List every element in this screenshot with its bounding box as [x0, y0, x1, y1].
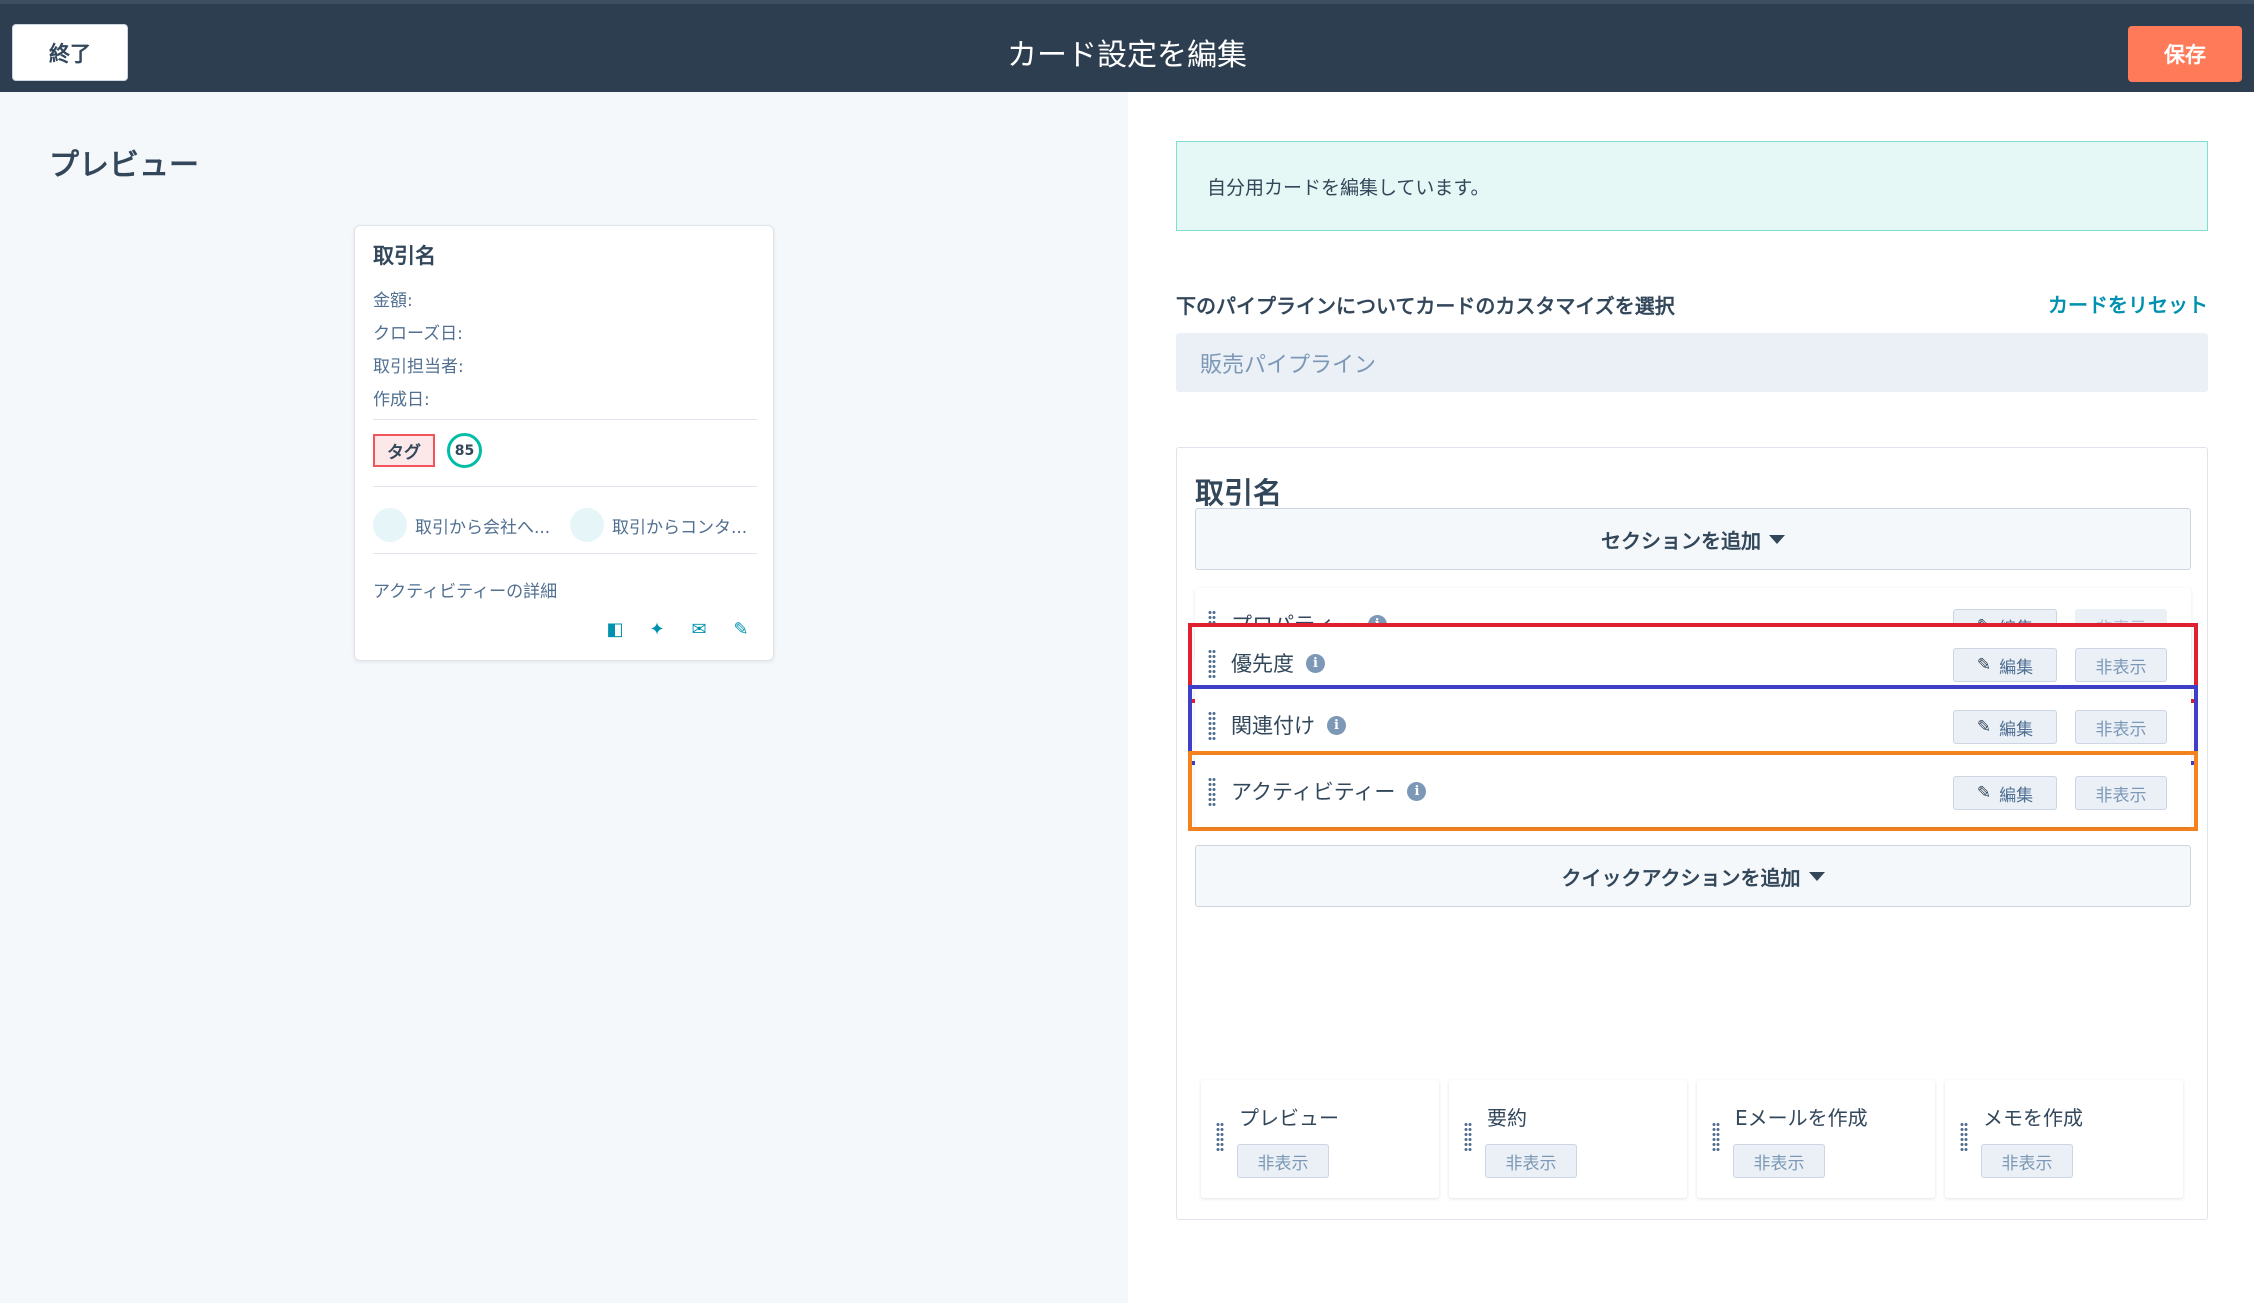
- divider: [373, 486, 757, 487]
- hide-button[interactable]: 非表示: [2075, 776, 2167, 810]
- pencil-icon: ✎: [1976, 717, 1992, 737]
- association-label: 取引からコンタ...: [612, 517, 748, 538]
- preview-pane: プレビュー 取引名 金額: クローズ日: 取引担当者: 作成日: タグ 85 取…: [0, 92, 1128, 1303]
- preview-card-name: 取引名: [373, 244, 436, 268]
- edit-button[interactable]: ✎編集: [1953, 648, 2057, 682]
- preview-property: 取引担当者:: [373, 357, 464, 377]
- drag-handle-icon[interactable]: [1712, 1122, 1720, 1152]
- score-badge: 85: [447, 433, 482, 468]
- preview-property: 作成日:: [373, 390, 430, 410]
- association-company: 取引から会社へ...: [373, 508, 550, 542]
- edit-button[interactable]: ✎編集: [1953, 710, 2057, 744]
- drag-handle-icon[interactable]: [1464, 1122, 1472, 1152]
- drag-handle-icon[interactable]: [1960, 1122, 1968, 1152]
- hide-button[interactable]: 非表示: [1485, 1144, 1577, 1178]
- drag-handle-icon[interactable]: [1208, 711, 1216, 741]
- add-section-button[interactable]: セクションを追加: [1195, 508, 2191, 570]
- panel-icon[interactable]: ◧: [604, 618, 626, 640]
- pencil-icon: ✎: [1976, 783, 1992, 803]
- association-avatar: [373, 508, 407, 542]
- quick-action-email[interactable]: Eメールを作成 非表示: [1697, 1080, 1935, 1198]
- hide-button[interactable]: 非表示: [1733, 1144, 1825, 1178]
- hide-button[interactable]: 非表示: [2075, 648, 2167, 682]
- quick-action-preview[interactable]: プレビュー 非表示: [1201, 1080, 1439, 1198]
- quick-action-icons: ◧ ✦ ✉ ✎: [604, 618, 764, 642]
- divider: [373, 553, 757, 554]
- quick-action-label: 要約: [1487, 1106, 1527, 1130]
- pipeline-label: 下のパイプラインについてカードのカスタマイズを選択: [1176, 294, 1675, 318]
- association-contact: 取引からコンタ...: [570, 508, 747, 542]
- preview-property: クローズ日:: [373, 324, 463, 344]
- activity-details-label: アクティビティーの詳細: [373, 582, 558, 602]
- info-message: 自分用カードを編集しています。: [1176, 141, 2208, 231]
- quick-action-label: メモを作成: [1983, 1106, 2083, 1130]
- sparkle-icon[interactable]: ✦: [646, 618, 668, 640]
- association-label: 取引から会社へ...: [415, 517, 551, 538]
- editor-title: 取引名: [1195, 476, 1283, 510]
- caret-down-icon: [1769, 534, 1785, 544]
- note-icon[interactable]: ✎: [730, 618, 752, 640]
- add-section-label: セクションを追加: [1601, 528, 1761, 553]
- settings-pane: 自分用カードを編集しています。 下のパイプラインについてカードのカスタマイズを選…: [1128, 92, 2254, 1303]
- divider: [373, 419, 757, 420]
- quick-action-summary[interactable]: 要約 非表示: [1449, 1080, 1687, 1198]
- quick-action-note[interactable]: メモを作成 非表示: [1945, 1080, 2183, 1198]
- quick-action-label: プレビュー: [1239, 1106, 1339, 1130]
- edit-button[interactable]: ✎編集: [1953, 776, 2057, 810]
- association-avatar: [570, 508, 604, 542]
- preview-property: 金額:: [373, 291, 413, 311]
- save-button[interactable]: 保存: [2128, 26, 2242, 82]
- info-icon[interactable]: i: [1407, 781, 1427, 801]
- card-editor: 取引名 セクションを追加 プロパティーi ✎編集 非表示 優先度i ✎編集 非表…: [1176, 447, 2208, 1220]
- info-icon[interactable]: i: [1306, 653, 1325, 673]
- drag-handle-icon[interactable]: [1208, 777, 1216, 807]
- pencil-icon: ✎: [1976, 655, 1992, 675]
- section-label: アクティビティー i: [1231, 755, 1427, 827]
- pipeline-select[interactable]: 販売パイプライン: [1176, 333, 2208, 392]
- hide-button[interactable]: 非表示: [1981, 1144, 2073, 1178]
- caret-down-icon: [1808, 871, 1825, 881]
- preview-heading: プレビュー: [49, 148, 199, 183]
- hide-button[interactable]: 非表示: [1237, 1144, 1329, 1178]
- add-quick-action-label: クイックアクションを追加: [1561, 865, 1801, 890]
- quick-action-label: Eメールを作成: [1735, 1106, 1868, 1130]
- preview-card: 取引名 金額: クローズ日: 取引担当者: 作成日: タグ 85 取引から会社へ…: [354, 225, 774, 661]
- drag-handle-icon[interactable]: [1208, 649, 1216, 679]
- page-title: カード設定を編集: [1007, 38, 1247, 73]
- drag-handle-icon[interactable]: [1216, 1122, 1224, 1152]
- tag-badge: タグ: [373, 434, 435, 467]
- section-row-activity[interactable]: アクティビティー i ✎ 編集 非表示: [1195, 755, 2191, 827]
- add-quick-action-button[interactable]: クイックアクションを追加: [1195, 845, 2191, 907]
- email-icon[interactable]: ✉: [688, 618, 710, 640]
- hide-button[interactable]: 非表示: [2075, 710, 2167, 744]
- info-icon[interactable]: i: [1327, 715, 1346, 735]
- reset-card-link[interactable]: カードをリセット: [2040, 289, 2208, 318]
- top-header: 終了 カード設定を編集 保存: [0, 0, 2254, 92]
